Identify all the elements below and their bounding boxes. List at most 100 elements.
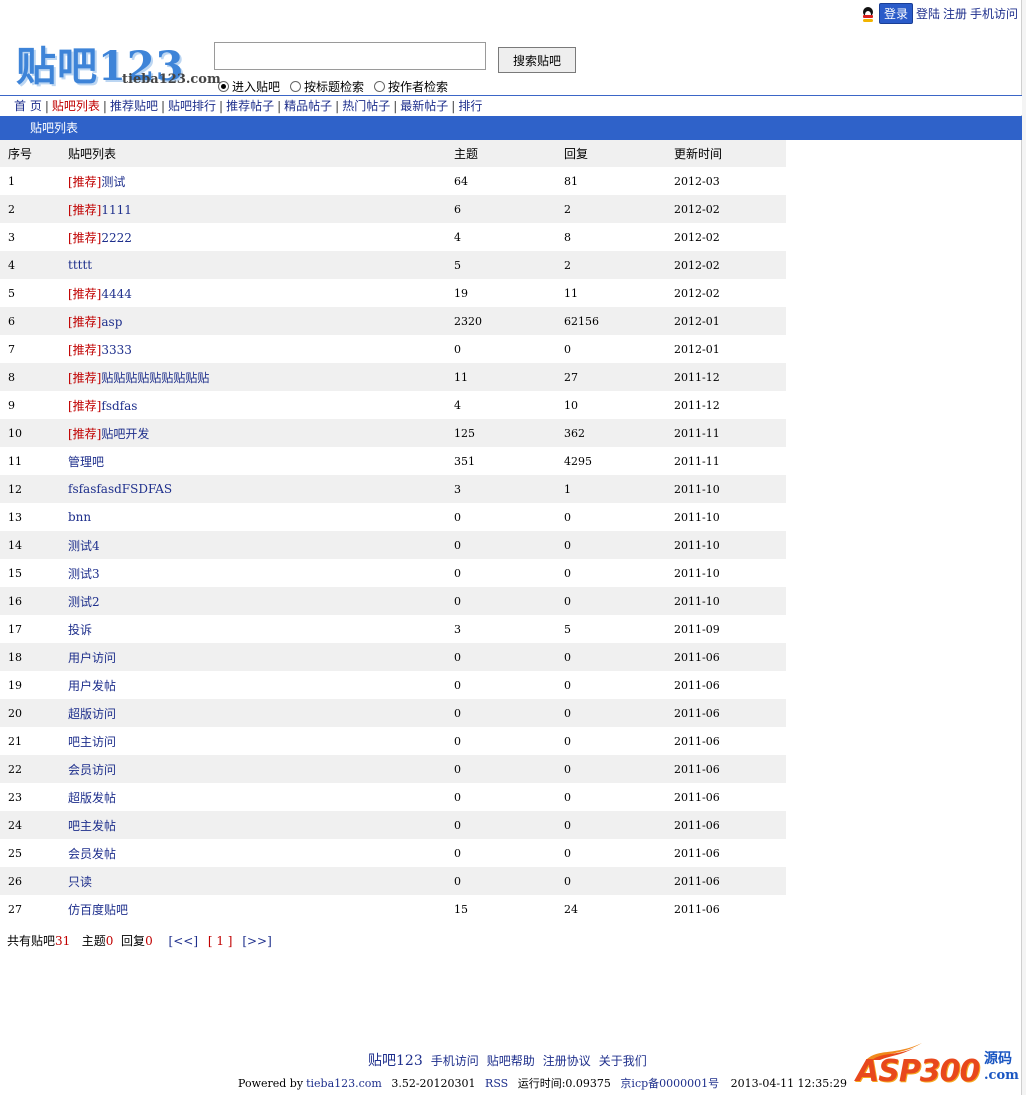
nav-item[interactable]: 精品帖子 [284, 97, 332, 114]
row-bar-cell: [推荐]asp [68, 307, 454, 335]
bar-name-link[interactable]: bnn [68, 510, 91, 524]
row-update-time: 2011-11 [674, 454, 720, 468]
bar-name-link[interactable]: asp [101, 315, 122, 329]
footer-help-link[interactable]: 贴吧帮助 [487, 1052, 535, 1069]
mobile-access-link[interactable]: 手机访问 [970, 5, 1018, 22]
bar-name-link[interactable]: 1111 [101, 203, 132, 217]
row-topics: 0 [454, 531, 564, 559]
current-page[interactable]: [ 1 ] [208, 934, 233, 948]
row-bar-cell: 吧主发帖 [68, 811, 454, 839]
bar-name-link[interactable]: 用户发帖 [68, 679, 116, 693]
bar-name-link[interactable]: 只读 [68, 875, 92, 889]
row-topics: 11 [454, 363, 564, 391]
table-row: 20 超版访问 0 0 2011-06 [0, 699, 786, 727]
recommend-tag[interactable]: [推荐] [68, 287, 101, 301]
bar-name-link[interactable]: fsfasfasdFSDFAS [68, 482, 172, 496]
bar-name-link[interactable]: 会员访问 [68, 763, 116, 777]
bar-name-link[interactable]: 测试2 [68, 595, 100, 609]
row-topics: 0 [454, 699, 564, 727]
radio-button[interactable] [374, 81, 386, 92]
bar-name-link[interactable]: 会员发帖 [68, 847, 116, 861]
row-replies: 24 [564, 902, 578, 916]
row-update-time: 2012-02 [674, 286, 720, 300]
powered-by-link[interactable]: tieba123.com [306, 1077, 382, 1090]
table-row: 2 [推荐]1111 6 2 2012-02 [0, 195, 786, 223]
rss-link[interactable]: RSS [485, 1077, 508, 1090]
bar-name-link[interactable]: 吧主发帖 [68, 819, 116, 833]
row-bar-cell: 用户发帖 [68, 671, 454, 699]
footer-agreement-link[interactable]: 注册协议 [543, 1052, 591, 1069]
row-update-time: 2011-06 [674, 678, 720, 692]
datetime-text: 2013-04-11 12:35:29 [730, 1077, 847, 1090]
recommend-tag[interactable]: [推荐] [68, 175, 101, 189]
recommend-tag[interactable]: [推荐] [68, 371, 101, 385]
nav-item[interactable]: 推荐帖子 [226, 97, 274, 114]
site-logo[interactable]: 贴吧123 tieba123.com [16, 34, 221, 92]
nav-item[interactable]: 首 页 [14, 97, 42, 114]
bar-name-link[interactable]: 投诉 [68, 623, 92, 637]
bar-name-link[interactable]: 测试3 [68, 567, 100, 581]
radio-button[interactable] [218, 81, 229, 92]
nav-item[interactable]: 排行 [458, 97, 482, 114]
footer-mobile-link[interactable]: 手机访问 [431, 1052, 479, 1069]
row-update-time: 2011-11 [674, 419, 786, 447]
radio-button[interactable] [290, 81, 302, 92]
bar-name-link[interactable]: 用户访问 [68, 651, 116, 665]
row-topics: 4 [454, 398, 461, 412]
row-update-time: 2011-12 [674, 398, 720, 412]
footer-brand-link[interactable]: 贴吧123 [368, 1050, 423, 1070]
bar-name-link[interactable]: 测试 [101, 175, 125, 189]
search-mode-option[interactable]: 进入贴吧 [218, 78, 280, 95]
bar-name-link[interactable]: 仿百度贴吧 [68, 903, 128, 917]
login-link[interactable]: 登陆 [916, 5, 940, 22]
bar-name-link[interactable]: 吧主访问 [68, 735, 116, 749]
icp-link[interactable]: 京icp备0000001号 [620, 1077, 719, 1090]
row-index: 22 [0, 755, 68, 783]
search-button[interactable]: 搜索贴吧 [498, 47, 576, 73]
bar-name-link[interactable]: 管理吧 [68, 455, 104, 469]
nav-item[interactable]: 最新帖子 [400, 97, 448, 114]
bar-name-link[interactable]: 超版发帖 [68, 791, 116, 805]
table-row: 16 测试2 0 0 2011-10 [0, 587, 786, 615]
recommend-tag[interactable]: [推荐] [68, 343, 101, 357]
row-update-time: 2011-12 [674, 363, 786, 391]
recommend-tag[interactable]: [推荐] [68, 203, 101, 217]
search-mode-option[interactable]: 按标题检索 [290, 78, 364, 95]
next-page-link[interactable]: [>>] [242, 934, 271, 948]
header-topics: 主题 [454, 140, 564, 167]
search-mode-options: 进入贴吧 按标题检索 按作者检索 [218, 78, 448, 95]
row-topics: 64 [454, 174, 468, 188]
footer-about-link[interactable]: 关于我们 [599, 1052, 647, 1069]
recommend-tag[interactable]: [推荐] [68, 231, 101, 245]
bar-name-link[interactable]: fsdfas [101, 399, 137, 413]
bar-name-link[interactable]: ttttt [68, 258, 92, 272]
row-update-time: 2011-10 [674, 510, 720, 524]
row-index: 21 [8, 734, 22, 748]
row-replies: 4295 [564, 454, 592, 468]
recommend-tag[interactable]: [推荐] [68, 427, 101, 441]
row-index: 4 [0, 251, 68, 279]
bar-name-link[interactable]: 4444 [101, 287, 132, 301]
search-input[interactable] [214, 42, 486, 70]
qq-login-button[interactable]: 登录 [878, 3, 913, 24]
nav-item[interactable]: 热门帖子 [342, 97, 390, 114]
bar-name-link[interactable]: 贴吧开发 [101, 427, 149, 441]
nav-item[interactable]: 贴吧排行 [168, 97, 216, 114]
search-mode-option[interactable]: 按作者检索 [374, 78, 448, 95]
bar-name-link[interactable]: 2222 [101, 231, 132, 245]
bar-name-link[interactable]: 贴贴贴贴贴贴贴贴贴 [101, 371, 209, 385]
bar-name-link[interactable]: 3333 [101, 343, 132, 357]
prev-page-link[interactable]: [<<] [169, 934, 198, 948]
row-replies: 11 [564, 286, 578, 300]
row-update-time: 2011-06 [674, 734, 720, 748]
nav-item[interactable]: 推荐贴吧 [110, 97, 158, 114]
recommend-tag[interactable]: [推荐] [68, 399, 101, 413]
recommend-tag[interactable]: [推荐] [68, 315, 101, 329]
bar-name-link[interactable]: 测试4 [68, 539, 100, 553]
row-update-time: 2011-06 [674, 846, 720, 860]
nav-item[interactable]: 贴吧列表 [52, 97, 100, 114]
row-topics: 0 [454, 846, 461, 860]
register-link[interactable]: 注册 [943, 5, 967, 22]
bar-name-link[interactable]: 超版访问 [68, 707, 116, 721]
row-bar-cell: 管理吧 [68, 447, 454, 475]
